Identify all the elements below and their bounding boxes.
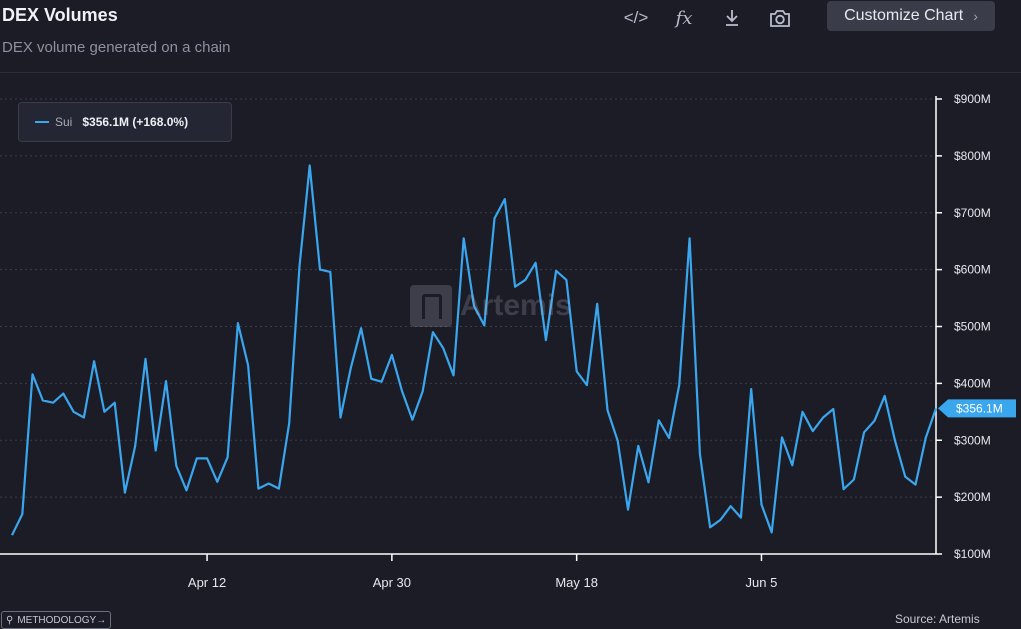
- watermark-text: Artemis: [460, 289, 572, 322]
- last-value-label: $356.1M: [956, 401, 1003, 415]
- artemis-logo-icon: [410, 285, 452, 327]
- legend-swatch: [35, 121, 49, 123]
- y-tick-label: $700M: [954, 206, 991, 220]
- y-tick-label: $900M: [954, 92, 991, 106]
- y-tick-label: $100M: [954, 547, 991, 561]
- legend-series-name: Sui: [55, 115, 73, 129]
- legend-series-value: $356.1M (+168.0%): [82, 115, 189, 129]
- x-tick-label: Apr 12: [188, 575, 226, 590]
- x-tick-label: Apr 30: [373, 575, 411, 590]
- chart-legend[interactable]: Sui $356.1M (+168.0%): [18, 102, 232, 142]
- y-tick-label: $400M: [954, 376, 991, 390]
- series-line-sui: [11, 164, 938, 536]
- y-tick-label: $600M: [954, 263, 991, 277]
- y-tick-label: $800M: [954, 149, 991, 163]
- y-tick-label: $500M: [954, 320, 991, 334]
- x-tick-label: Jun 5: [746, 575, 778, 590]
- x-tick-label: May 18: [555, 575, 598, 590]
- y-tick-label: $200M: [954, 490, 991, 504]
- artemis-watermark: Artemis: [410, 285, 572, 327]
- methodology-link[interactable]: ⚲ METHODOLOGY→: [1, 611, 112, 629]
- y-tick-label: $300M: [954, 433, 991, 447]
